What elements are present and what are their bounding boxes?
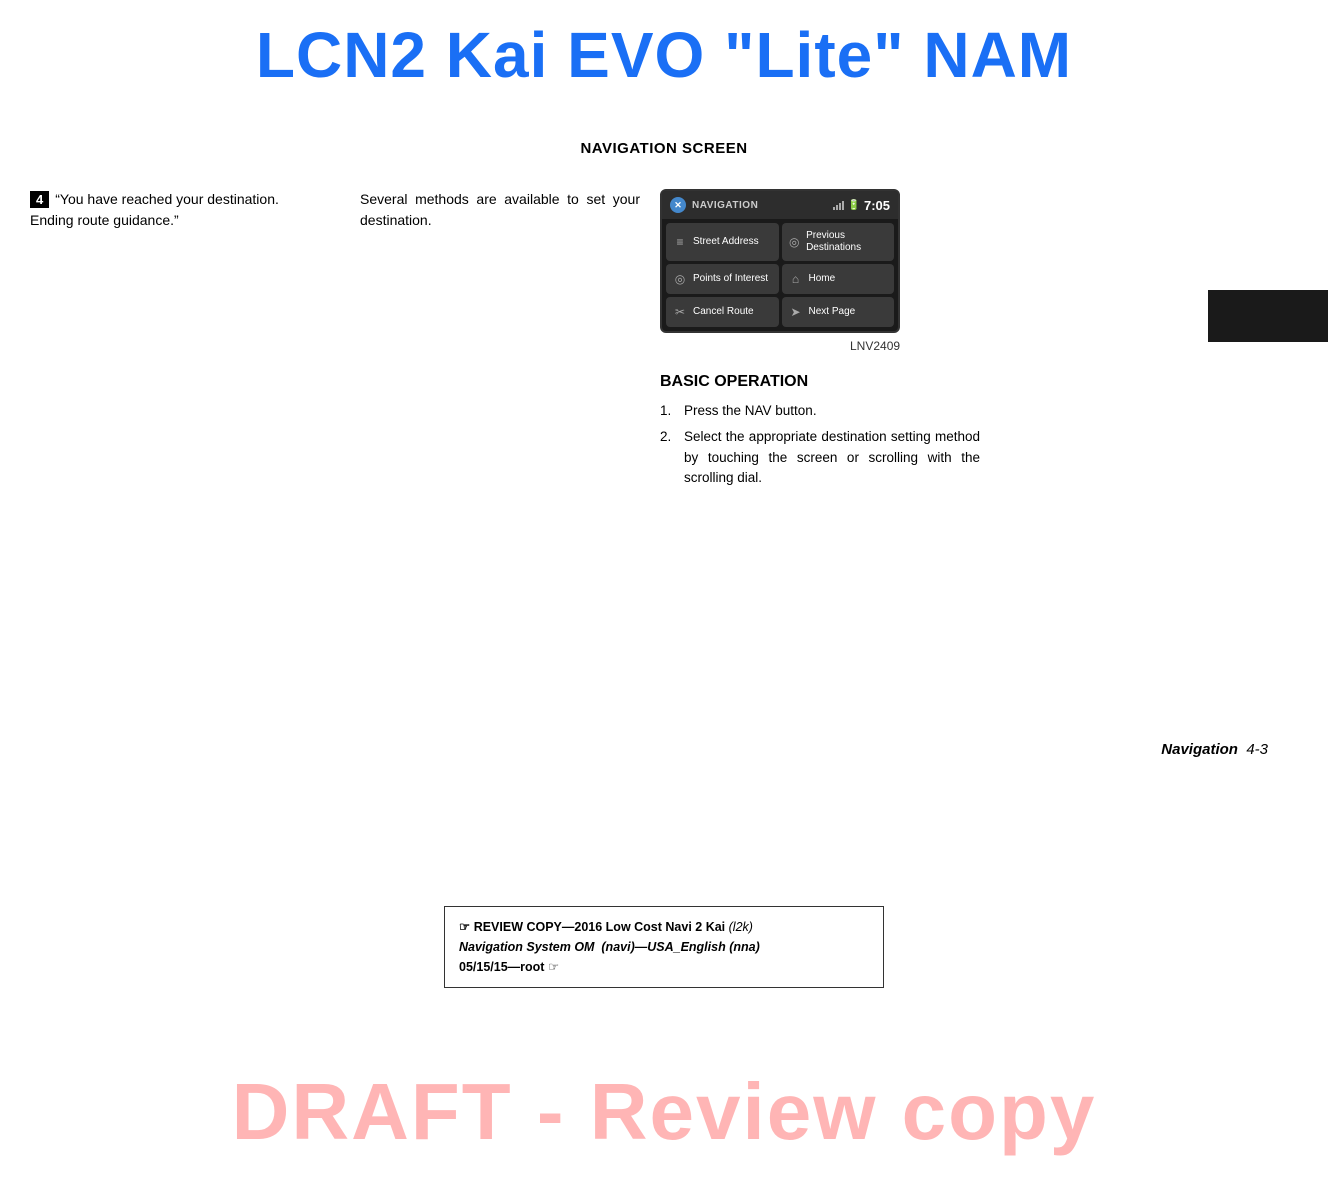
draft-watermark: DRAFT - Review copy	[0, 1066, 1328, 1158]
nav-status-area: 🔋 7:05	[833, 198, 890, 213]
review-copy-box: ☞ REVIEW COPY—2016 Low Cost Navi 2 Kai (…	[444, 906, 884, 988]
list-item: 2. Select the appropriate destination se…	[660, 427, 980, 488]
review-line3: 05/15/15—root ☞	[459, 960, 559, 974]
home-button[interactable]: ⌂ Home	[782, 264, 895, 294]
nav-header-left: ✕ NAVIGATION	[670, 197, 758, 213]
section-title: NAVIGATION SCREEN	[0, 140, 1328, 157]
next-page-icon: ➤	[788, 304, 804, 320]
step-number: 2.	[660, 427, 678, 488]
step-number: 1.	[660, 401, 678, 421]
street-address-icon: ≡	[672, 234, 688, 250]
next-page-button[interactable]: ➤ Next Page	[782, 297, 895, 327]
middle-column: Several methods are available to set you…	[340, 189, 660, 494]
street-address-button[interactable]: ≡ Street Address	[666, 223, 779, 261]
left-column-text: “You have reached your destination. Endi…	[30, 191, 279, 228]
left-column: 4“You have reached your destination. End…	[30, 189, 340, 494]
nav-label: NAVIGATION	[692, 200, 758, 211]
previous-destinations-button[interactable]: ◎ Previous Destinations	[782, 223, 895, 261]
step-text: Press the NAV button.	[684, 401, 817, 421]
basic-operation-title: BASIC OPERATION	[660, 373, 980, 391]
nav-screen-header: ✕ NAVIGATION 🔋 7:05	[662, 191, 898, 219]
previous-destinations-icon: ◎	[788, 234, 802, 250]
points-of-interest-button[interactable]: ◎ Points of Interest	[666, 264, 779, 294]
poi-icon: ◎	[672, 271, 688, 287]
main-content: 4“You have reached your destination. End…	[0, 189, 1328, 494]
step-badge: 4	[30, 191, 49, 208]
step-text: Select the appropriate destination setti…	[684, 427, 980, 488]
review-line2: Navigation System OM (navi)—USA_English …	[459, 940, 760, 954]
review-line1-bold: ☞ REVIEW COPY—2016 Low Cost Navi 2 Kai	[459, 920, 725, 934]
page-num: 4-3	[1246, 741, 1268, 758]
cancel-route-button[interactable]: ✂ Cancel Route	[666, 297, 779, 327]
image-label: LNV2409	[850, 339, 900, 353]
poi-label: Points of Interest	[693, 273, 768, 285]
page-number: Navigation 4-3	[1161, 741, 1268, 758]
nav-time: 7:05	[864, 198, 890, 213]
review-copy-text: ☞ REVIEW COPY—2016 Low Cost Navi 2 Kai (…	[459, 917, 869, 977]
basic-operation-list: 1. Press the NAV button. 2. Select the a…	[660, 401, 980, 488]
battery-icon: 🔋	[848, 200, 860, 211]
navigation-screen-mockup: ✕ NAVIGATION 🔋 7:05 ≡	[660, 189, 900, 333]
street-address-label: Street Address	[693, 236, 759, 248]
basic-operation-section: BASIC OPERATION 1. Press the NAV button.…	[660, 373, 980, 494]
page-section-label: Navigation	[1161, 741, 1238, 758]
nav-button-grid: ≡ Street Address ◎ Previous Destinations…	[662, 219, 898, 331]
review-line1-normal: (l2k)	[725, 920, 753, 934]
navigation-icon: ✕	[670, 197, 686, 213]
cancel-route-label: Cancel Route	[693, 306, 754, 318]
page-title: LCN2 Kai EVO "Lite" NAM	[0, 0, 1328, 92]
list-item: 1. Press the NAV button.	[660, 401, 980, 421]
home-label: Home	[809, 273, 836, 285]
home-icon: ⌂	[788, 271, 804, 287]
black-decoration-rect	[1208, 290, 1328, 342]
cancel-route-icon: ✂	[672, 304, 688, 320]
signal-icon	[833, 200, 844, 210]
middle-column-text: Several methods are available to set you…	[360, 189, 640, 231]
next-page-label: Next Page	[809, 306, 856, 318]
right-column: ✕ NAVIGATION 🔋 7:05 ≡	[660, 189, 1298, 494]
previous-destinations-label: Previous Destinations	[806, 230, 888, 254]
